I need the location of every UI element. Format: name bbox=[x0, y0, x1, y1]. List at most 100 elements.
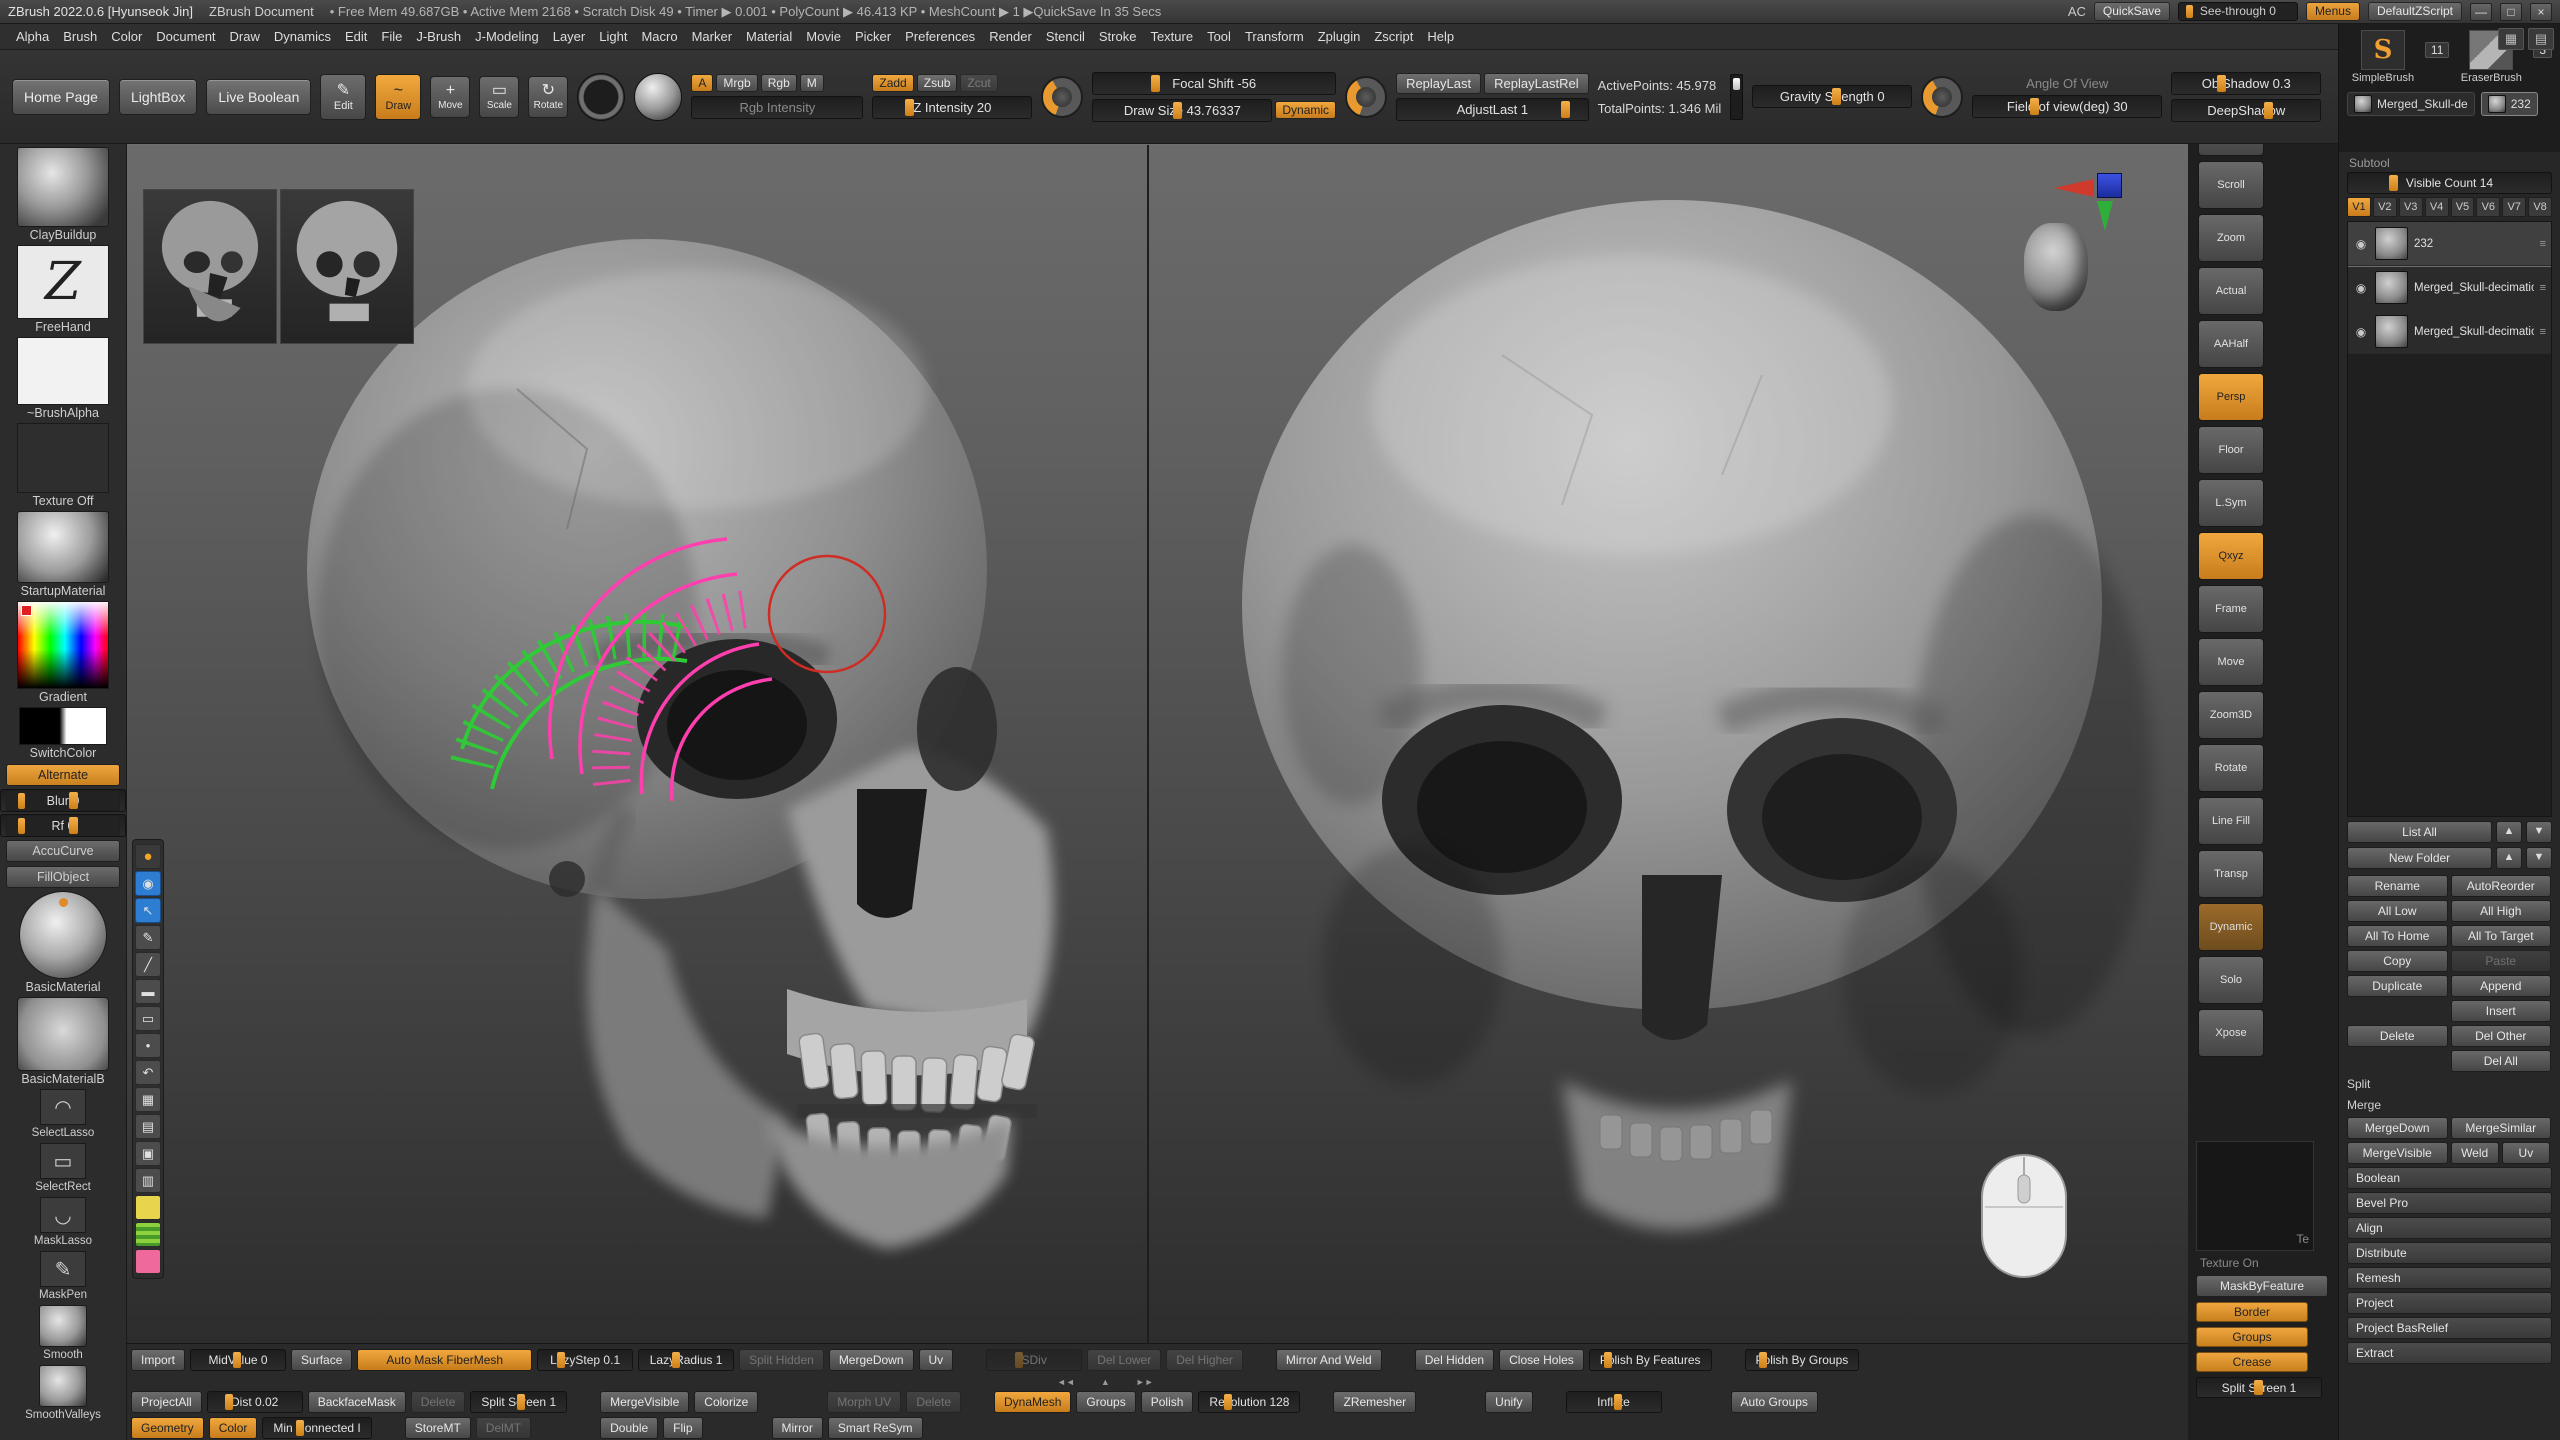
menu-item[interactable]: Alpha bbox=[10, 26, 55, 47]
subtool-action-button[interactable]: Del Other bbox=[2451, 1025, 2552, 1047]
bottom-control[interactable]: Unify bbox=[1485, 1391, 1532, 1413]
brush-smoothvalleys[interactable]: SmoothValleys bbox=[0, 1365, 126, 1423]
mask-pen[interactable]: ✎ MaskPen bbox=[0, 1251, 126, 1303]
dynamic-toggle[interactable]: Dynamic bbox=[1275, 101, 1336, 119]
bottom-control[interactable]: Del Hidden bbox=[1415, 1349, 1494, 1371]
obj-shadow-slider[interactable]: ObjShadow 0.3 bbox=[2171, 72, 2321, 95]
visibility-eye-icon[interactable]: ◉ bbox=[2353, 237, 2369, 251]
undo-icon[interactable]: ↶ bbox=[135, 1060, 161, 1085]
trash-icon[interactable]: ▦ bbox=[135, 1087, 161, 1112]
texture-preview[interactable]: Te bbox=[2196, 1141, 2314, 1251]
menu-item[interactable]: Color bbox=[105, 26, 148, 47]
bottom-control[interactable]: StoreMT bbox=[405, 1417, 471, 1439]
light-bulb-icon[interactable]: ● bbox=[135, 844, 161, 869]
alternate-button[interactable]: Alternate bbox=[0, 763, 126, 787]
subtool-action-button[interactable]: AutoReorder bbox=[2451, 875, 2552, 897]
menu-item[interactable]: Preferences bbox=[899, 26, 981, 47]
shelf-button[interactable]: Qxyz bbox=[2198, 532, 2264, 580]
bottom-control[interactable]: LazyRadius 1 bbox=[638, 1349, 734, 1371]
edit-mode-button[interactable]: ✎ Edit bbox=[320, 74, 366, 120]
border-button[interactable]: Border bbox=[2196, 1302, 2308, 1322]
menu-item[interactable]: Help bbox=[1421, 26, 1460, 47]
bottom-control[interactable]: Groups bbox=[1076, 1391, 1135, 1413]
subtool-action-button[interactable]: Remesh bbox=[2347, 1267, 2552, 1289]
accucurve-button[interactable]: AccuCurve bbox=[0, 839, 126, 863]
subtool-action-button[interactable]: Bevel Pro bbox=[2347, 1192, 2552, 1214]
subtool-action-button[interactable]: Distribute bbox=[2347, 1242, 2552, 1264]
dot-size-icon[interactable]: • bbox=[135, 1033, 161, 1058]
alpha-brushalpha[interactable]: ~BrushAlpha bbox=[0, 337, 126, 421]
bottom-control[interactable]: Polish bbox=[1141, 1391, 1194, 1413]
subtool-action-button[interactable]: Project BasRelief bbox=[2347, 1317, 2552, 1339]
bottom-control[interactable]: Delete bbox=[906, 1391, 961, 1413]
active-tool-chip[interactable]: 232 bbox=[2481, 92, 2538, 116]
default-zscript-button[interactable]: DefaultZScript bbox=[2368, 2, 2462, 21]
viewport[interactable]: ●◉↖✎╱▬▭•↶▦▤▣▥ bbox=[127, 144, 2188, 1343]
color-picker[interactable]: Gradient bbox=[0, 601, 126, 705]
screenshot-icon[interactable]: ▣ bbox=[135, 1141, 161, 1166]
menu-item[interactable]: Stroke bbox=[1093, 26, 1143, 47]
select-rect[interactable]: ▭ SelectRect bbox=[0, 1143, 126, 1195]
menu-item[interactable]: Movie bbox=[800, 26, 847, 47]
menu-item[interactable]: Texture bbox=[1144, 26, 1199, 47]
bottom-control[interactable]: DynaMesh bbox=[994, 1391, 1071, 1413]
visible-count-slider[interactable]: Visible Count 14 bbox=[2347, 172, 2552, 194]
subtool-action-button[interactable]: MergeVisible bbox=[2347, 1142, 2448, 1164]
bottom-control[interactable]: Color bbox=[209, 1417, 258, 1439]
draw-mode-button[interactable]: ~ Draw bbox=[375, 74, 421, 120]
visibility-eye-icon[interactable]: ◉ bbox=[2353, 281, 2369, 295]
shelf-button[interactable]: Actual bbox=[2198, 267, 2264, 315]
version-tab[interactable]: V6 bbox=[2476, 197, 2500, 217]
bottom-control[interactable]: Del Lower bbox=[1087, 1349, 1161, 1371]
bottom-control[interactable]: Double bbox=[600, 1417, 658, 1439]
menu-item[interactable]: Edit bbox=[339, 26, 373, 47]
bottom-control[interactable]: Mirror And Weld bbox=[1276, 1349, 1382, 1371]
field-of-view-slider[interactable]: Field of view(deg) 30 bbox=[1972, 95, 2162, 118]
bottom-control[interactable]: Colorize bbox=[694, 1391, 758, 1413]
subtool-action-button[interactable]: Del All bbox=[2451, 1050, 2552, 1072]
pager-right-icon[interactable]: ►► bbox=[1136, 1377, 1154, 1387]
subtool-action-button[interactable]: Project bbox=[2347, 1292, 2552, 1314]
shelf-button[interactable]: Zoom3D bbox=[2198, 691, 2264, 739]
current-tool-chip[interactable]: Merged_Skull-de bbox=[2347, 92, 2475, 116]
bottom-control[interactable]: Morph UV bbox=[827, 1391, 901, 1413]
menu-item[interactable]: Zscript bbox=[1368, 26, 1419, 47]
bottom-control[interactable]: Uv bbox=[919, 1349, 954, 1371]
rgb-toggle[interactable]: Rgb bbox=[761, 74, 797, 92]
shelf-button[interactable]: Solo bbox=[2198, 956, 2264, 1004]
rf-slider[interactable]: Rf 0 bbox=[0, 814, 126, 837]
new-folder-button[interactable]: New Folder bbox=[2347, 847, 2492, 869]
menu-item[interactable]: File bbox=[375, 26, 408, 47]
bottom-control[interactable]: DelMT bbox=[476, 1417, 531, 1439]
menu-item[interactable]: Zplugin bbox=[1312, 26, 1367, 47]
gravity-strength-slider[interactable]: Gravity Strength 0 bbox=[1752, 85, 1912, 108]
bottom-control[interactable]: MergeVisible bbox=[600, 1391, 689, 1413]
brush-claybuildup[interactable]: ClayBuildup bbox=[0, 147, 126, 243]
bottom-control[interactable]: Import bbox=[131, 1349, 185, 1371]
bottom-control[interactable]: Mirror bbox=[772, 1417, 823, 1439]
zsub-toggle[interactable]: Zsub bbox=[917, 74, 958, 92]
eye-icon[interactable]: ◉ bbox=[135, 871, 161, 896]
see-through-slider[interactable]: See-through 0 bbox=[2178, 2, 2298, 21]
home-page-button[interactable]: Home Page bbox=[12, 79, 110, 115]
cursor-icon[interactable]: ↖ bbox=[135, 898, 161, 923]
menu-item[interactable]: Layer bbox=[547, 26, 592, 47]
blur-slider[interactable]: Blur 0 bbox=[0, 789, 126, 812]
polypaint-icon[interactable]: ▤ bbox=[2528, 28, 2554, 50]
clipboard-icon[interactable]: ▥ bbox=[135, 1168, 161, 1193]
groups-button[interactable]: Groups bbox=[2196, 1327, 2308, 1347]
pager-up-icon[interactable]: ▲ bbox=[1101, 1377, 1110, 1387]
version-tab[interactable]: V4 bbox=[2425, 197, 2449, 217]
subtool-item[interactable]: ◉ Merged_Skull-decimation2 ≡ bbox=[2348, 266, 2551, 310]
adjust-last-slider[interactable]: AdjustLast 1 bbox=[1396, 98, 1589, 121]
menu-item[interactable]: Stencil bbox=[1040, 26, 1091, 47]
bottom-control[interactable]: Auto Groups bbox=[1731, 1391, 1818, 1413]
points-mini-slider[interactable] bbox=[1730, 74, 1743, 120]
swatch-pink[interactable] bbox=[135, 1249, 161, 1274]
subtool-action-button[interactable]: Duplicate bbox=[2347, 975, 2448, 997]
shelf-button[interactable]: AAHalf bbox=[2198, 320, 2264, 368]
shelf-button[interactable]: Rotate bbox=[2198, 744, 2264, 792]
subtool-up-icon[interactable]: ▲ bbox=[2496, 821, 2522, 843]
bottom-control[interactable]: Polish By Features bbox=[1589, 1349, 1712, 1371]
zcut-toggle[interactable]: Zcut bbox=[960, 74, 997, 92]
